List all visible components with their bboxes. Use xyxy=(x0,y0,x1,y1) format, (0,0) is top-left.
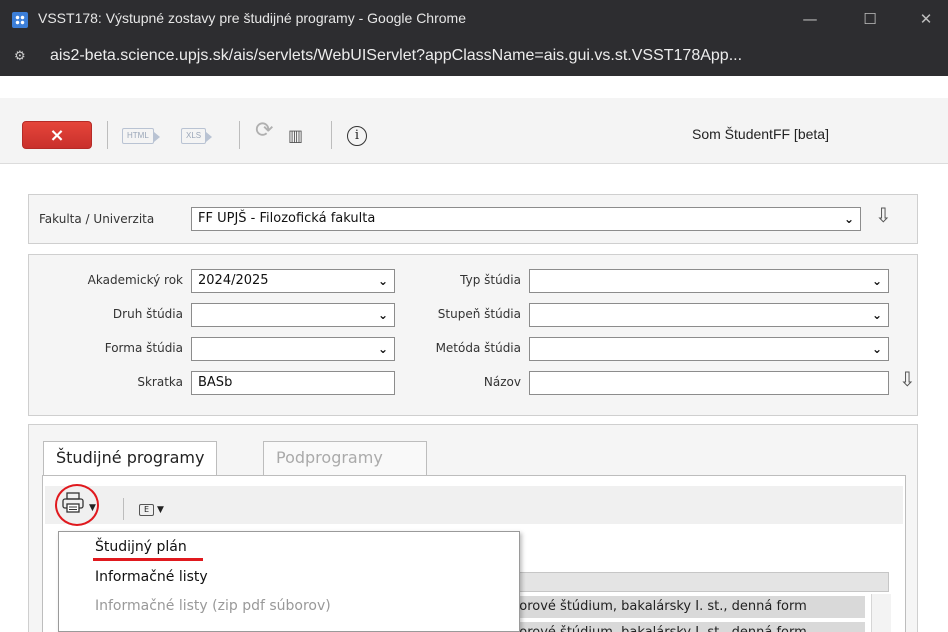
druh-studia-label: Druh štúdia xyxy=(112,307,183,321)
faculty-select[interactable]: FF UPJŠ - Filozofická fakulta ⌄ xyxy=(191,207,861,231)
druh-studia-select[interactable]: ⌄ xyxy=(191,303,395,327)
typ-studia-label: Typ štúdia xyxy=(460,273,521,287)
print-menu: Študijný plán Informačné listy Informačn… xyxy=(58,531,520,632)
chevron-down-icon: ⌄ xyxy=(377,342,388,356)
window-title-row: VSST178: Výstupné zostavy pre študijné p… xyxy=(0,0,948,38)
nazov-input[interactable] xyxy=(529,371,889,395)
window-close-button[interactable]: ✕ xyxy=(912,6,940,32)
chevron-down-icon: ⌄ xyxy=(377,274,388,288)
tab-studijne-programy[interactable]: Študijné programy xyxy=(43,441,218,476)
table-scrollbar[interactable] xyxy=(871,594,891,632)
close-app-button[interactable]: × xyxy=(22,121,92,149)
export-xls-button[interactable]: XLS xyxy=(181,128,213,144)
skratka-label: Skratka xyxy=(137,375,183,389)
hierarchy-icon[interactable]: ▥ xyxy=(288,126,303,145)
toolbar-divider xyxy=(331,121,332,149)
down-arrow-icon[interactable]: ⇩ xyxy=(875,203,892,227)
chevron-down-icon: ⌄ xyxy=(871,308,882,322)
typ-studia-select[interactable]: ⌄ xyxy=(529,269,889,293)
address-row: ⚙ ais2-beta.science.upjs.sk/ais/servlets… xyxy=(0,38,948,76)
akademicky-rok-value: 2024/2025 xyxy=(198,273,269,288)
toolbar-divider xyxy=(239,121,240,149)
faculty-value: FF UPJŠ - Filozofická fakulta xyxy=(198,211,376,226)
toolbar-divider xyxy=(123,498,124,520)
user-label: Som ŠtudentFF [beta] xyxy=(692,126,829,142)
akademicky-rok-select[interactable]: 2024/2025 ⌄ xyxy=(191,269,395,293)
filter-panel: Akademický rok 2024/2025 ⌄ Druh štúdia ⌄… xyxy=(28,254,918,416)
annotation-circle xyxy=(55,484,99,526)
browser-titlebar: VSST178: Výstupné zostavy pre študijné p… xyxy=(0,0,948,76)
tab-podprogramy[interactable]: Podprogramy xyxy=(263,441,427,475)
stupen-studia-select[interactable]: ⌄ xyxy=(529,303,889,327)
app-icon xyxy=(12,12,28,28)
metoda-studia-select[interactable]: ⌄ xyxy=(529,337,889,361)
forma-studia-select[interactable]: ⌄ xyxy=(191,337,395,361)
export-icon[interactable]: E xyxy=(139,504,154,516)
export-dropdown-icon[interactable]: ▼ xyxy=(157,505,164,515)
faculty-label: Fakulta / Univerzita xyxy=(39,212,155,226)
menu-item-studijny-plan[interactable]: Študijný plán xyxy=(95,539,187,555)
down-arrow-icon[interactable]: ⇩ xyxy=(899,367,916,391)
chevron-down-icon: ⌄ xyxy=(843,212,854,226)
menu-item-informacne-listy-zip: Informačné listy (zip pdf súborov) xyxy=(95,598,331,614)
maximize-button[interactable]: ☐ xyxy=(856,6,884,32)
chevron-down-icon: ⌄ xyxy=(871,274,882,288)
table-row[interactable]: borové štúdium, bakalársky I. st., denná… xyxy=(511,596,865,618)
akademicky-rok-label: Akademický rok xyxy=(87,273,183,287)
nazov-label: Názov xyxy=(483,375,521,389)
minimize-button[interactable]: — xyxy=(796,6,824,32)
stupen-studia-label: Stupeň štúdia xyxy=(437,307,521,321)
table-row[interactable]: borové štúdium, bakalársky I. st., denná… xyxy=(511,622,865,632)
table-toolbar xyxy=(45,486,903,524)
chevron-down-icon: ⌄ xyxy=(377,308,388,322)
address-url[interactable]: ais2-beta.science.upjs.sk/ais/servlets/W… xyxy=(50,47,742,65)
info-icon[interactable]: i xyxy=(347,126,367,146)
export-html-button[interactable]: HTML xyxy=(122,128,160,144)
forma-studia-label: Forma štúdia xyxy=(104,341,183,355)
window-title: VSST178: Výstupné zostavy pre študijné p… xyxy=(38,10,466,26)
annotation-underline xyxy=(93,558,203,561)
menu-item-informacne-listy[interactable]: Informačné listy xyxy=(95,569,208,585)
metoda-studia-label: Metóda štúdia xyxy=(435,341,521,355)
skratka-input[interactable]: BASb xyxy=(191,371,395,395)
toolbar-divider xyxy=(107,121,108,149)
site-settings-icon[interactable]: ⚙ xyxy=(14,48,34,66)
faculty-panel: Fakulta / Univerzita FF UPJŠ - Filozofic… xyxy=(28,194,918,244)
refresh-icon[interactable]: ⟳ xyxy=(255,118,273,143)
chevron-down-icon: ⌄ xyxy=(871,342,882,356)
table-header xyxy=(511,572,889,592)
